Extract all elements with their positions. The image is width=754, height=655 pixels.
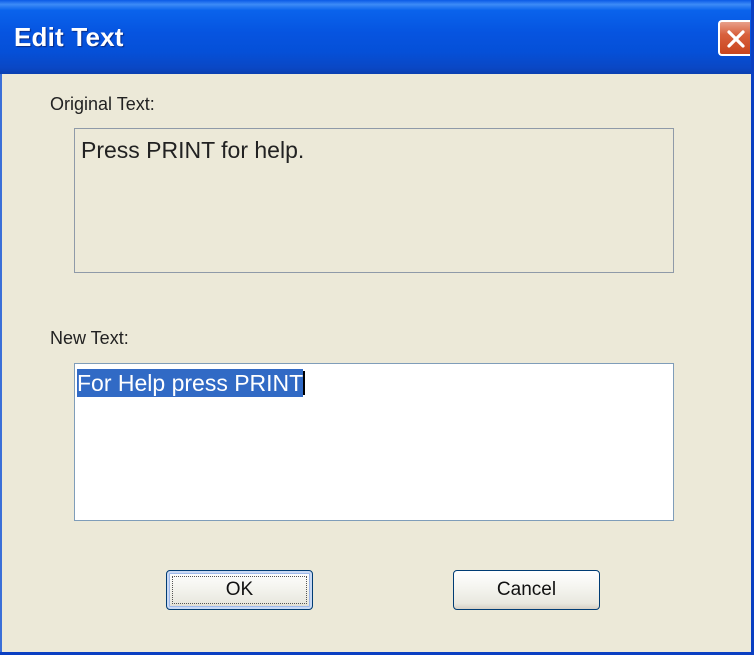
close-button[interactable]	[718, 20, 750, 56]
ok-button[interactable]: OK	[166, 570, 313, 610]
ok-button-label: OK	[225, 579, 254, 600]
text-caret	[303, 371, 306, 395]
new-text-input[interactable]: For Help press PRINT	[74, 363, 674, 521]
new-text-label: New Text:	[50, 328, 129, 348]
original-text-field: Press PRINT for help.	[74, 128, 674, 273]
cancel-button[interactable]: Cancel	[453, 570, 600, 610]
original-text-label: Original Text:	[50, 94, 155, 114]
original-text-value: Press PRINT for help.	[81, 137, 305, 163]
cancel-button-label: Cancel	[496, 579, 557, 600]
edit-text-dialog: Edit Text Original Text: Press PRINT for…	[0, 0, 754, 655]
new-text-value: For Help press PRINT	[77, 369, 304, 397]
title-bar[interactable]: Edit Text	[0, 0, 751, 74]
dialog-title: Edit Text	[14, 22, 124, 52]
close-icon	[727, 30, 745, 48]
